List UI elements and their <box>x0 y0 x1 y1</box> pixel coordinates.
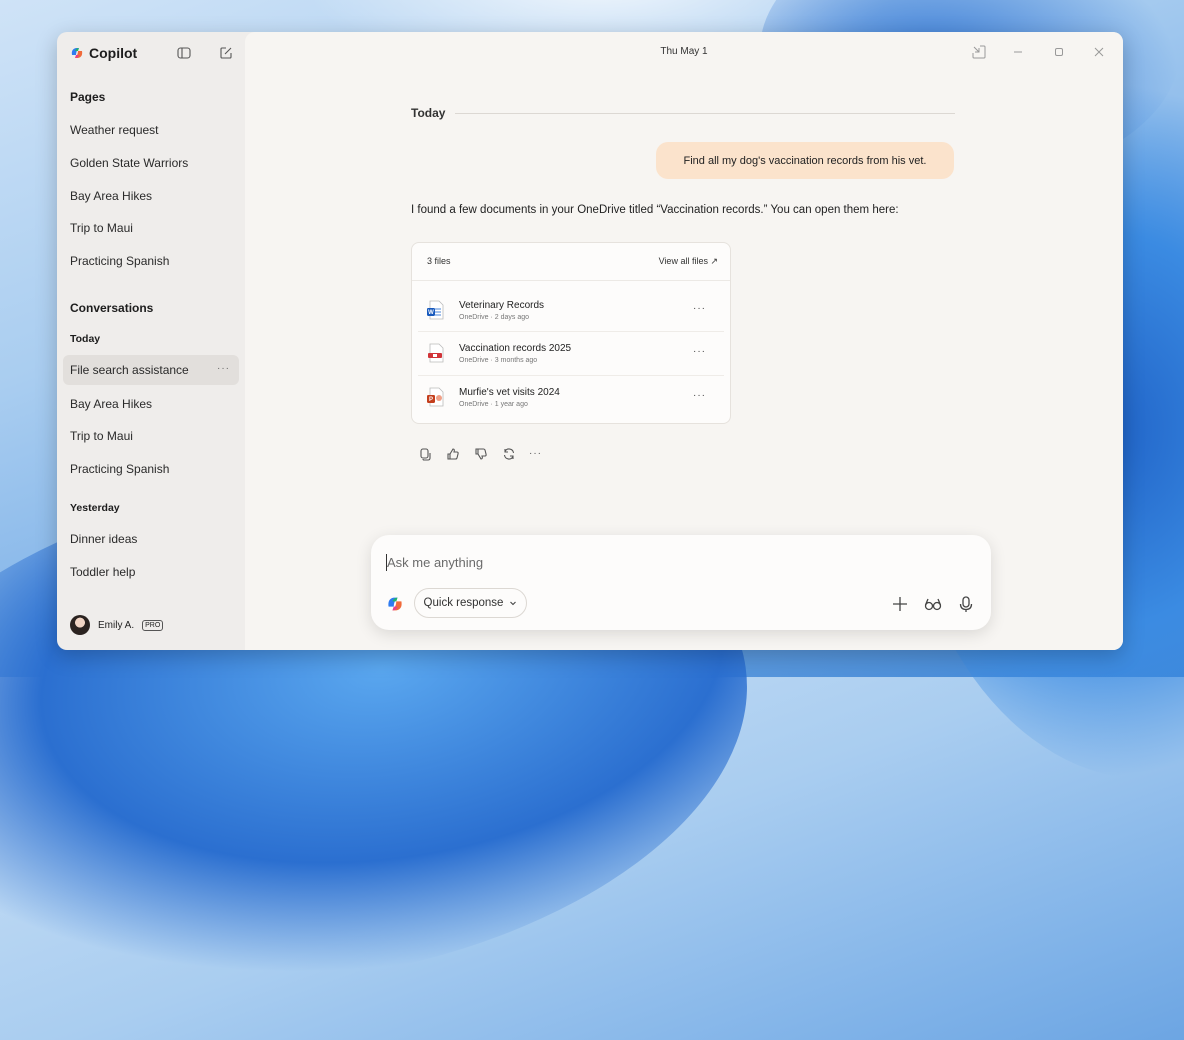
page-item-label: Trip to Maui <box>70 221 133 235</box>
file-more-button[interactable]: ··· <box>693 303 706 314</box>
pdf-file-icon <box>428 343 444 363</box>
conversations-heading: Conversations <box>70 301 154 315</box>
page-item-golden-state-warriors[interactable]: Golden State Warriors <box>63 148 239 178</box>
pro-badge: PRO <box>142 619 164 631</box>
conversation-more-button[interactable]: ··· <box>217 363 230 374</box>
file-meta: OneDrive · 2 days ago <box>459 313 530 321</box>
pages-heading: Pages <box>70 90 106 104</box>
user-profile[interactable]: Emily A. PRO <box>70 615 164 635</box>
file-row-veterinary-records[interactable]: W Veterinary Records OneDrive · 2 days a… <box>418 289 724 331</box>
window-title-date: Thu May 1 <box>660 46 708 57</box>
user-name: Emily A. <box>98 619 135 631</box>
page-item-label: Weather request <box>70 123 159 137</box>
file-more-button[interactable]: ··· <box>693 346 706 357</box>
close-icon[interactable] <box>1091 44 1107 60</box>
vision-glasses-icon[interactable] <box>923 594 943 614</box>
conversation-item-label: Dinner ideas <box>70 532 138 546</box>
chat-input[interactable]: Ask me anything <box>387 555 483 570</box>
page-item-trip-to-maui[interactable]: Trip to Maui <box>63 213 239 243</box>
chat-day-header: Today <box>411 106 446 120</box>
word-file-icon: W <box>427 300 444 320</box>
page-item-label: Golden State Warriors <box>70 156 189 170</box>
file-name: Murfie's vet visits 2024 <box>459 386 560 398</box>
today-group-label: Today <box>70 333 101 345</box>
response-mode-label: Quick response <box>423 597 504 609</box>
conversation-item-toddler-help[interactable]: Toddler help <box>63 557 239 587</box>
conversation-item-file-search-assistance[interactable]: File search assistance ··· <box>63 355 239 385</box>
copy-icon[interactable] <box>417 446 433 462</box>
page-item-weather-request[interactable]: Weather request <box>63 115 239 145</box>
powerpoint-file-icon: P <box>427 387 444 407</box>
chat-pane: Thu May 1 Today Find all my dog's vaccin… <box>245 32 1123 650</box>
user-message-text: Find all my dog's vaccination records fr… <box>683 154 927 167</box>
file-meta: OneDrive · 3 months ago <box>459 356 538 364</box>
file-name: Veterinary Records <box>459 299 545 311</box>
yesterday-group-label: Yesterday <box>70 502 120 514</box>
sidebar: Copilot Pages Weather request Golden Sta… <box>57 32 245 650</box>
response-mode-dropdown[interactable]: Quick response <box>414 588 527 618</box>
file-meta: OneDrive · 1 year ago <box>459 400 528 408</box>
divider <box>412 280 730 281</box>
minimize-icon[interactable] <box>1010 44 1026 60</box>
thumbs-down-icon[interactable] <box>473 446 489 462</box>
files-card: 3 files View all files ↗ W Veterinary Re… <box>411 242 731 424</box>
app-logo[interactable]: Copilot <box>70 45 137 61</box>
conversation-item-label: Trip to Maui <box>70 429 133 443</box>
refresh-icon[interactable] <box>501 446 517 462</box>
copilot-logo-icon <box>388 597 402 611</box>
svg-text:P: P <box>429 397 433 403</box>
conversation-item-dinner-ideas[interactable]: Dinner ideas <box>63 524 239 554</box>
file-name: Vaccination records 2025 <box>459 342 572 354</box>
conversation-item-practicing-spanish[interactable]: Practicing Spanish <box>63 454 239 484</box>
chevron-down-icon <box>510 601 517 606</box>
sidebar-toggle-icon[interactable] <box>177 46 191 60</box>
file-row-vaccination-records-2025[interactable]: Vaccination records 2025 OneDrive · 3 mo… <box>418 332 724 374</box>
avatar <box>70 615 90 635</box>
mini-mode-icon[interactable] <box>971 44 987 60</box>
files-count: 3 files <box>427 256 451 266</box>
file-row-murfies-vet-visits-2024[interactable]: P Murfie's vet visits 2024 OneDrive · 1 … <box>418 376 724 418</box>
view-all-files-link[interactable]: View all files ↗ <box>659 256 718 267</box>
more-icon[interactable]: ··· <box>529 446 542 462</box>
conversation-item-label: Practicing Spanish <box>70 462 170 476</box>
page-item-label: Practicing Spanish <box>70 254 170 268</box>
maximize-icon[interactable] <box>1051 44 1067 60</box>
divider <box>455 113 955 114</box>
file-more-button[interactable]: ··· <box>693 390 706 401</box>
app-name: Copilot <box>89 45 138 61</box>
user-message-bubble: Find all my dog's vaccination records fr… <box>656 142 954 179</box>
copilot-logo-icon <box>71 48 83 58</box>
conversation-item-bay-area-hikes[interactable]: Bay Area Hikes <box>63 389 239 419</box>
thumbs-up-icon[interactable] <box>445 446 461 462</box>
svg-text:W: W <box>428 310 434 316</box>
page-item-practicing-spanish[interactable]: Practicing Spanish <box>63 246 239 276</box>
new-chat-icon[interactable] <box>219 46 233 60</box>
copilot-window: Copilot Pages Weather request Golden Sta… <box>57 32 1123 650</box>
assistant-message-text: I found a few documents in your OneDrive… <box>411 204 899 216</box>
microphone-icon[interactable] <box>956 594 976 614</box>
conversation-item-label: File search assistance <box>70 363 189 377</box>
conversation-item-trip-to-maui[interactable]: Trip to Maui <box>63 421 239 451</box>
message-actions: ··· <box>417 446 542 462</box>
plus-icon[interactable] <box>890 594 910 614</box>
conversation-item-label: Toddler help <box>70 565 136 579</box>
page-item-label: Bay Area Hikes <box>70 189 153 203</box>
page-item-bay-area-hikes[interactable]: Bay Area Hikes <box>63 181 239 211</box>
composer: Ask me anything Quick response <box>371 535 991 630</box>
conversation-item-label: Bay Area Hikes <box>70 397 153 411</box>
